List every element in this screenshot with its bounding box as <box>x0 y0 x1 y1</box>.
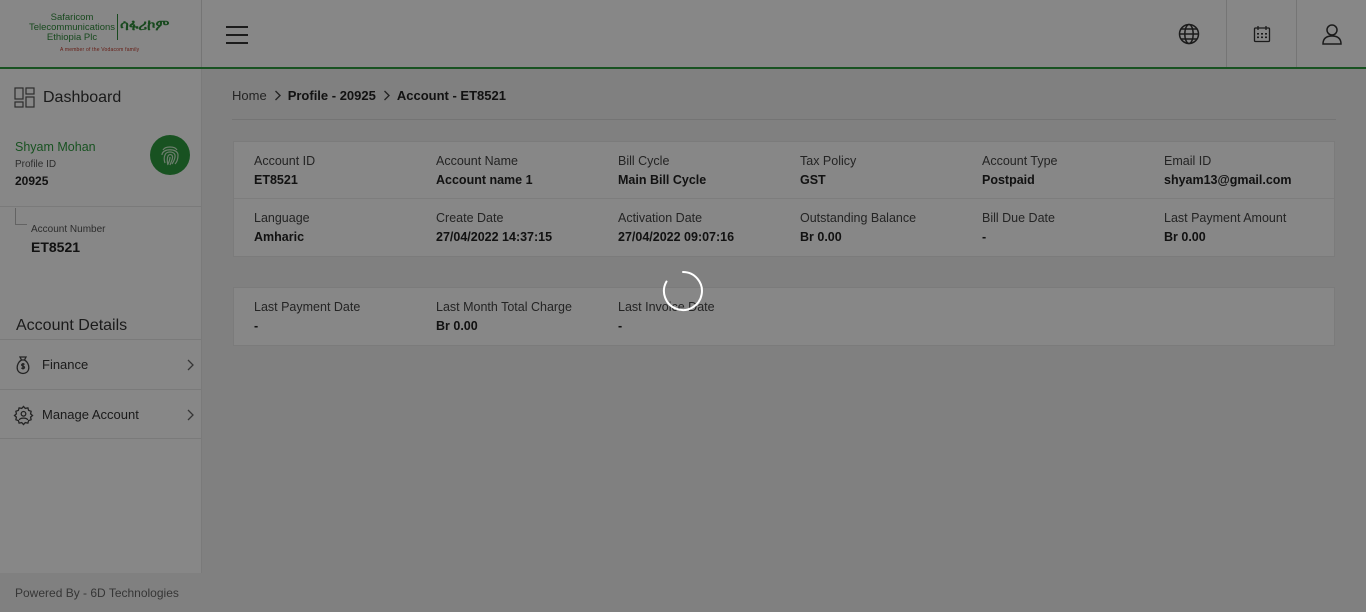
loading-spinner-icon <box>662 271 703 311</box>
